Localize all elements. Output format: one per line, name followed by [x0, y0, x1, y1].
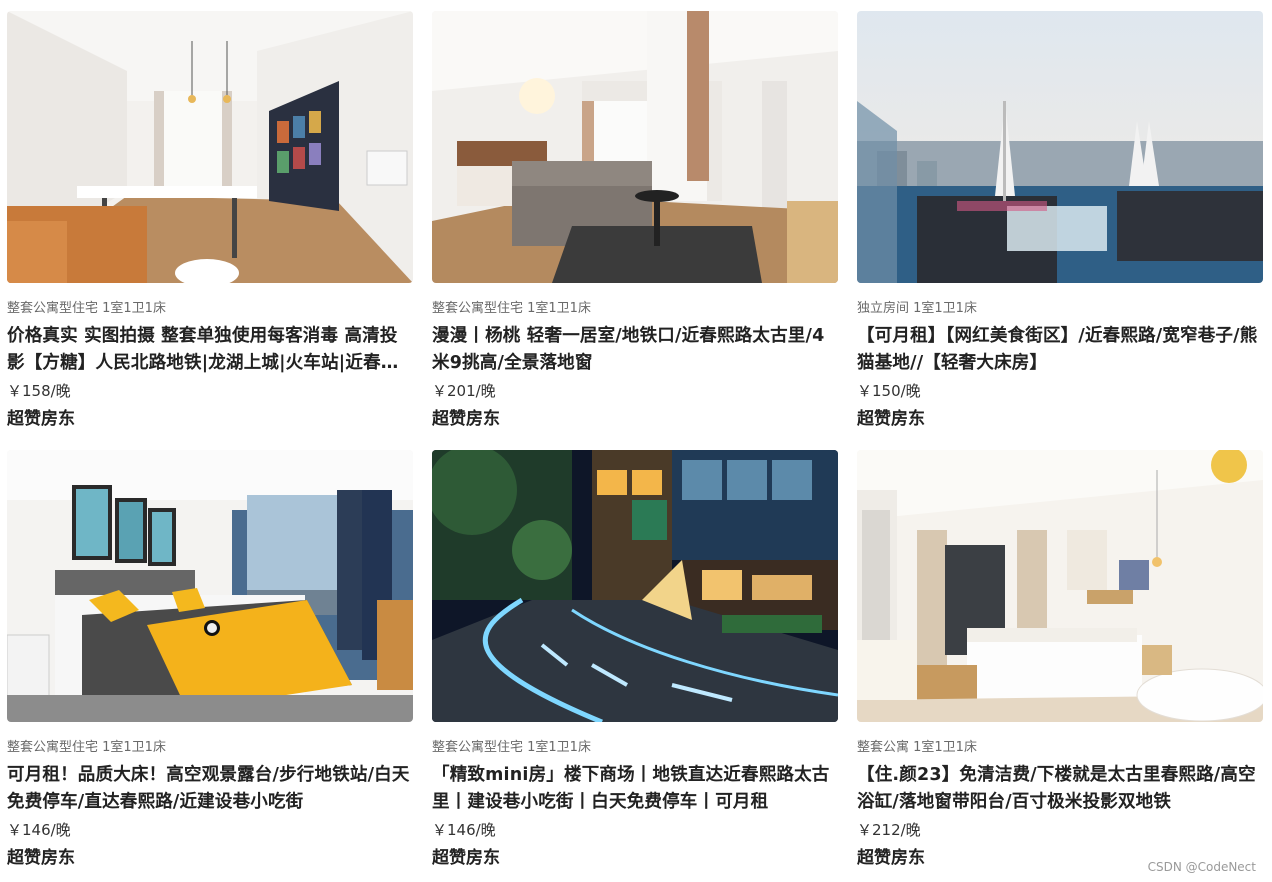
listing-price: ￥146/晚 — [432, 821, 496, 839]
room-photo-image — [432, 11, 838, 283]
host-badge: 超赞房东 — [7, 409, 75, 429]
listing-card[interactable]: 独立房间 1室1卫1床 【可月租】【网红美食街区】/近春熙路/宽窄巷子/熊猫基地… — [857, 11, 1263, 433]
watermark: CSDN @CodeNect — [1147, 860, 1256, 874]
listing-photo[interactable] — [7, 450, 413, 722]
listing-price: ￥146/晚 — [7, 821, 71, 839]
listing-type: 整套公寓型住宅 1室1卫1床 — [432, 301, 591, 316]
listing-type: 整套公寓型住宅 1室1卫1床 — [7, 740, 166, 755]
listing-price: ￥150/晚 — [857, 382, 921, 400]
listing-card[interactable]: 整套公寓型住宅 1室1卫1床 漫漫丨杨桃 轻奢一居室/地铁口/近春熙路太古里/4… — [432, 11, 838, 433]
listing-photo[interactable] — [432, 11, 838, 283]
listing-title[interactable]: 可月租！品质大床！高空观景露台/步行地铁站/白天免费停车/直达春熙路/近建设巷小… — [7, 762, 413, 816]
listing-price: ￥158/晚 — [7, 382, 71, 400]
listing-type: 整套公寓 1室1卫1床 — [857, 740, 977, 755]
listing-type: 独立房间 1室1卫1床 — [857, 301, 977, 316]
listing-title[interactable]: 【住.颜23】免清洁费/下楼就是太古里春熙路/高空浴缸/落地窗带阳台/百寸极米投… — [857, 762, 1263, 816]
listing-type: 整套公寓型住宅 1室1卫1床 — [7, 301, 166, 316]
listing-card[interactable]: 整套公寓型住宅 1室1卫1床 「精致mini房」楼下商场丨地铁直达近春熙路太古里… — [432, 450, 838, 872]
listing-photo[interactable] — [857, 11, 1263, 283]
listing-title[interactable]: 漫漫丨杨桃 轻奢一居室/地铁口/近春熙路太古里/4米9挑高/全景落地窗 — [432, 323, 838, 377]
host-badge: 超赞房东 — [7, 848, 75, 868]
listing-title[interactable]: 「精致mini房」楼下商场丨地铁直达近春熙路太古里丨建设巷小吃街丨白天免费停车丨… — [432, 762, 838, 816]
listing-card[interactable]: 整套公寓 1室1卫1床 【住.颜23】免清洁费/下楼就是太古里春熙路/高空浴缸/… — [857, 450, 1263, 872]
listing-type: 整套公寓型住宅 1室1卫1床 — [432, 740, 591, 755]
listing-photo[interactable] — [432, 450, 838, 722]
bedroom-photo-image — [7, 450, 413, 722]
listing-card[interactable]: 整套公寓型住宅 1室1卫1床 可月租！品质大床！高空观景露台/步行地铁站/白天免… — [7, 450, 413, 872]
street-night-photo-image — [432, 450, 838, 722]
listing-title[interactable]: 价格真实 实图拍摄 整套单独使用每客消毒 高清投影【方糖】人民北路地铁|龙湖上城… — [7, 323, 413, 377]
host-badge: 超赞房东 — [432, 409, 500, 429]
listing-price: ￥201/晚 — [432, 382, 496, 400]
listing-price: ￥212/晚 — [857, 821, 921, 839]
listing-card[interactable]: 整套公寓型住宅 1室1卫1床 价格真实 实图拍摄 整套单独使用每客消毒 高清投影… — [7, 11, 413, 433]
listings-grid: 整套公寓型住宅 1室1卫1床 价格真实 实图拍摄 整套单独使用每客消毒 高清投影… — [7, 11, 1263, 872]
room-photo-image — [7, 11, 413, 283]
host-badge: 超赞房东 — [432, 848, 500, 868]
listing-photo[interactable] — [857, 450, 1263, 722]
listing-photo[interactable] — [7, 11, 413, 283]
host-badge: 超赞房东 — [857, 409, 925, 429]
listing-title[interactable]: 【可月租】【网红美食街区】/近春熙路/宽窄巷子/熊猫基地//【轻奢大床房】 — [857, 323, 1263, 377]
bedroom-bathtub-photo-image — [857, 450, 1263, 722]
rooftop-terrace-photo-image — [857, 11, 1263, 283]
